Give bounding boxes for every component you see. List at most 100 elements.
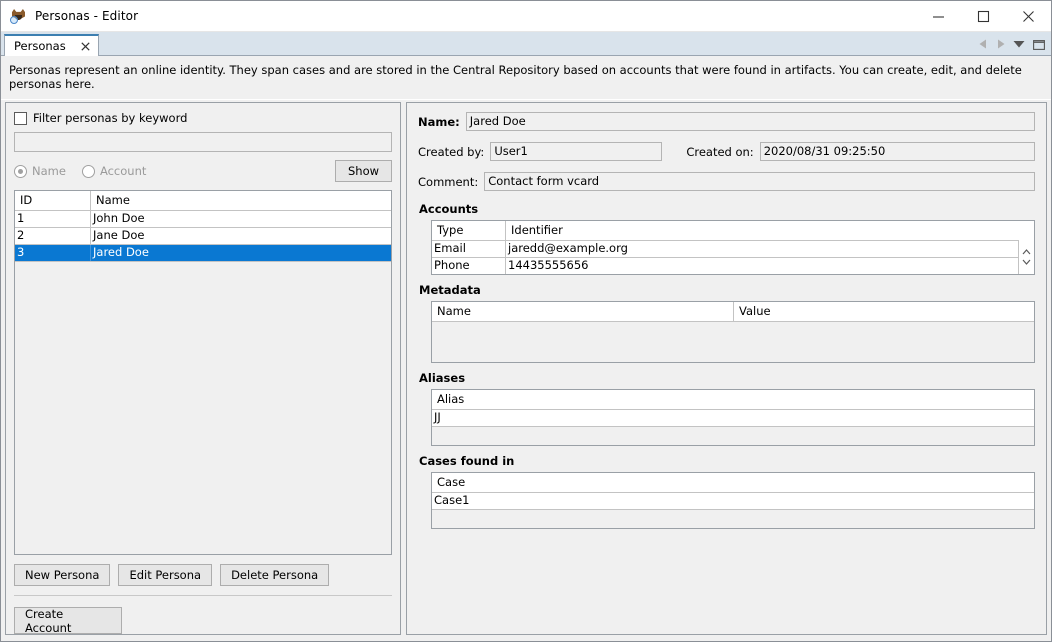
radio-name[interactable]: Name [14,164,66,178]
cases-title: Cases found in [419,454,1035,468]
cell-identifier: jaredd@example.org [506,241,1034,257]
scroll-up-icon[interactable] [1022,249,1031,255]
tab-personas-label: Personas [14,39,66,53]
cell-id: 1 [15,211,91,227]
scroll-down-icon[interactable] [1022,259,1031,265]
app-icon [10,7,28,25]
column-header-type[interactable]: Type [432,221,506,240]
persona-action-buttons: New Persona Edit Persona Delete Persona [14,555,392,595]
filter-checkbox-row[interactable]: Filter personas by keyword [14,111,392,125]
personas-list-panel: Filter personas by keyword Name Account … [5,102,401,635]
column-header-alias[interactable]: Alias [432,390,1034,409]
name-field[interactable]: Jared Doe [466,112,1035,131]
window-controls [916,1,1051,31]
filter-personas-label: Filter personas by keyword [33,111,187,125]
maximize-button[interactable] [961,1,1006,31]
metadata-table-header: Name Value [432,302,1034,322]
scroll-right-icon[interactable] [996,39,1005,49]
metadata-table[interactable]: Name Value [431,301,1035,363]
cell-name: Jane Doe [91,228,391,244]
name-label: Name: [418,115,460,129]
accounts-section: Accounts Type Identifier Email jaredd@ex… [418,202,1035,275]
cell-id: 3 [15,245,91,261]
accounts-table-header: Type Identifier [432,221,1034,241]
cell-identifier: 14435555656 [506,258,1034,274]
column-header-name[interactable]: Name [91,191,391,210]
metadata-table-body [432,322,1034,362]
personas-table-header: ID Name [15,191,391,211]
close-button[interactable] [1006,1,1051,31]
table-row-selected[interactable]: 3 Jared Doe [15,245,391,262]
edit-persona-button[interactable]: Edit Persona [118,564,212,586]
accounts-title: Accounts [419,202,1035,216]
minimize-button[interactable] [916,1,961,31]
personas-table-body: 1 John Doe 2 Jane Doe 3 Jared Doe [15,211,391,554]
aliases-section: Aliases Alias JJ [418,371,1035,446]
created-by-field[interactable]: User1 [490,142,662,161]
table-row[interactable]: Phone 14435555656 [432,258,1034,274]
accounts-table[interactable]: Type Identifier Email jaredd@example.org… [431,220,1035,275]
create-account-button[interactable]: Create Account [14,607,122,634]
radio-account[interactable]: Account [82,164,146,178]
tab-list-dropdown-icon[interactable] [1013,40,1025,48]
maximize-document-icon[interactable] [1033,39,1045,50]
table-row[interactable]: Email jaredd@example.org [432,241,1034,258]
table-row[interactable]: JJ [432,410,1034,427]
metadata-title: Metadata [419,283,1035,297]
comment-label: Comment: [418,175,478,189]
title-bar: Personas - Editor [1,1,1051,32]
radio-name-label: Name [32,164,66,178]
created-on-label: Created on: [686,145,753,159]
column-header-id[interactable]: ID [15,191,91,210]
cases-table-header: Case [432,473,1034,493]
cell-name: John Doe [91,211,391,227]
table-row[interactable]: Case1 [432,493,1034,510]
tab-personas[interactable]: Personas [4,34,99,56]
delete-persona-button[interactable]: Delete Persona [220,564,329,586]
personas-editor-window: Personas - Editor Personas [0,0,1052,642]
show-button[interactable]: Show [335,160,392,182]
filter-mode-row: Name Account Show [14,160,392,182]
table-row[interactable]: 1 John Doe [15,211,391,228]
name-row: Name: Jared Doe [418,112,1035,131]
column-header-identifier[interactable]: Identifier [506,221,1034,240]
column-header-meta-value[interactable]: Value [734,302,1034,321]
aliases-table-body: JJ [432,410,1034,445]
scroll-left-icon[interactable] [979,39,988,49]
created-on-field[interactable]: 2020/08/31 09:25:50 [760,142,1035,161]
column-header-meta-name[interactable]: Name [432,302,734,321]
created-by-label: Created by: [418,145,484,159]
cases-table-body: Case1 [432,493,1034,528]
new-persona-button[interactable]: New Persona [14,564,110,586]
radio-account-circle[interactable] [82,165,95,178]
tab-close-icon[interactable] [80,40,92,52]
table-row[interactable]: 2 Jane Doe [15,228,391,245]
cell-type: Email [432,241,506,257]
created-row: Created by: User1 Created on: 2020/08/31… [418,142,1035,161]
accounts-table-body: Email jaredd@example.org Phone 144355556… [432,241,1034,274]
keyword-input[interactable] [14,132,392,152]
aliases-title: Aliases [419,371,1035,385]
radio-name-circle[interactable] [14,165,27,178]
aliases-table[interactable]: Alias JJ [431,389,1035,446]
cases-section: Cases found in Case Case1 [418,454,1035,529]
persona-details-panel: Name: Jared Doe Created by: User1 Create… [406,102,1047,635]
metadata-section: Metadata Name Value [418,283,1035,363]
cell-type: Phone [432,258,506,274]
window-title: Personas - Editor [35,9,138,23]
cell-case: Case1 [432,493,1034,509]
personas-table[interactable]: ID Name 1 John Doe 2 Jane Doe 3 Jared Do… [14,190,392,555]
filter-personas-checkbox[interactable] [14,112,27,125]
content-area: Filter personas by keyword Name Account … [1,100,1051,641]
aliases-table-header: Alias [432,390,1034,410]
tab-tools [979,33,1051,55]
accounts-scrollbar[interactable] [1018,240,1034,274]
create-account-row: Create Account [14,596,392,634]
cell-alias: JJ [432,410,1034,426]
cell-name: Jared Doe [91,245,391,261]
cases-table[interactable]: Case Case1 [431,472,1035,529]
description-text: Personas represent an online identity. T… [1,56,1051,100]
column-header-case[interactable]: Case [432,473,1034,492]
cell-id: 2 [15,228,91,244]
comment-field[interactable]: Contact form vcard [484,172,1035,191]
